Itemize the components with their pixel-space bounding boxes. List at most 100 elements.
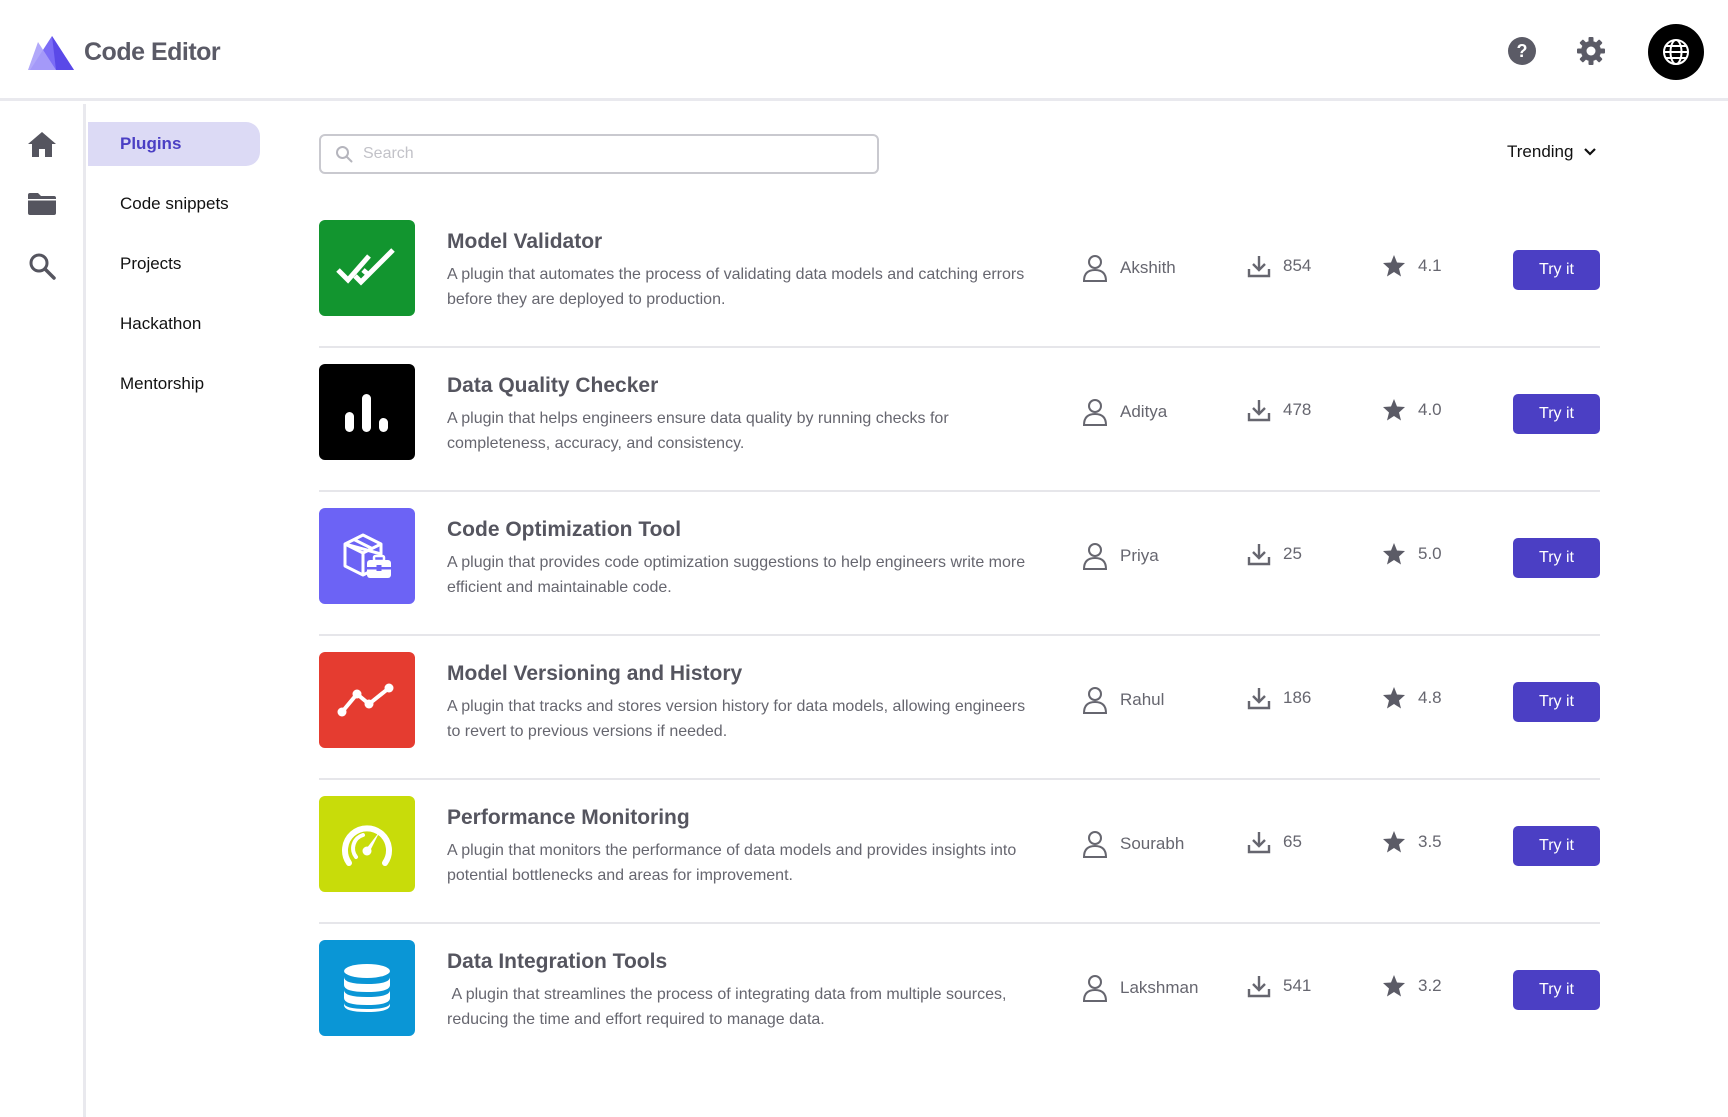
user-icon (1082, 543, 1108, 570)
user-icon (1082, 831, 1108, 858)
plugin-rating: 4.0 (1382, 398, 1442, 422)
author-name: Lakshman (1120, 978, 1199, 997)
plugin-rating: 3.5 (1382, 830, 1442, 854)
plugin-title[interactable]: Code Optimization Tool (447, 518, 681, 542)
download-count: 541 (1283, 976, 1312, 995)
plugin-rating: 5.0 (1382, 542, 1442, 566)
download-count: 854 (1283, 256, 1312, 275)
plugin-title[interactable]: Model Validator (447, 230, 602, 254)
plugin-description: A plugin that helps engineers ensure dat… (447, 410, 949, 452)
chevron-down-icon (1584, 148, 1597, 156)
plugin-title[interactable]: Performance Monitoring (447, 806, 690, 830)
download-count: 478 (1283, 400, 1312, 419)
search-input[interactable] (363, 145, 843, 163)
plugin-author: Aditya (1082, 398, 1167, 426)
plugin-author: Rahul (1082, 686, 1164, 714)
rating-value: 4.1 (1418, 256, 1442, 275)
sidebar-item-mentorship[interactable]: Mentorship (88, 362, 260, 406)
search-icon (336, 146, 353, 163)
plugin-title[interactable]: Data Integration Tools (447, 950, 667, 974)
plugin-downloads: 854 (1247, 254, 1311, 278)
globe-button[interactable] (1648, 24, 1704, 80)
help-circle-icon[interactable]: ? (1505, 34, 1539, 68)
speedometer-icon (342, 825, 392, 866)
try-it-button[interactable]: Try it (1513, 250, 1600, 290)
try-it-button[interactable]: Try it (1513, 682, 1600, 722)
plugin-downloads: 25 (1247, 542, 1302, 566)
download-icon (1247, 832, 1271, 854)
plugin-author: Akshith (1082, 254, 1176, 282)
rating-value: 4.0 (1418, 400, 1442, 419)
plugin-tile[interactable] (319, 796, 415, 892)
plugin-author: Priya (1082, 542, 1159, 570)
top-header: Code Editor ? (0, 0, 1728, 101)
rating-value: 4.8 (1418, 688, 1442, 707)
sidebar-item-hackathon[interactable]: Hackathon (88, 302, 260, 346)
search-box[interactable] (319, 134, 879, 174)
user-icon (1082, 255, 1108, 282)
plugin-row: Data Integration Tools A plugin that str… (319, 924, 1600, 1068)
download-count: 65 (1283, 832, 1302, 851)
author-name: Aditya (1120, 402, 1168, 421)
package-toolbox-icon (343, 533, 391, 578)
plugin-downloads: 186 (1247, 686, 1311, 710)
author-name: Rahul (1120, 690, 1165, 709)
download-icon (1247, 256, 1271, 278)
sidebar-item-code-snippets[interactable]: Code snippets (88, 182, 260, 226)
download-count: 186 (1283, 688, 1312, 707)
icon-rail (0, 104, 86, 1117)
star-icon (1383, 255, 1405, 277)
try-it-button[interactable]: Try it (1513, 826, 1600, 866)
gear-icon[interactable] (1574, 34, 1608, 68)
bar-chart-icon (345, 394, 388, 432)
app-title: Code Editor (84, 38, 221, 66)
try-it-button[interactable]: Try it (1513, 394, 1600, 434)
database-icon (344, 964, 390, 1012)
logo-icon (28, 36, 74, 70)
plugin-list: Model Validator A plugin that automates … (319, 204, 1600, 1068)
plugin-tile[interactable] (319, 364, 415, 460)
plugin-author: Sourabh (1082, 830, 1184, 858)
download-count: 25 (1283, 544, 1302, 563)
plugin-downloads: 65 (1247, 830, 1302, 854)
download-icon (1247, 544, 1271, 566)
home-icon[interactable] (26, 128, 58, 160)
author-name: Akshith (1120, 258, 1176, 277)
plugin-row: Code Optimization Tool A plugin that pro… (319, 492, 1600, 636)
rating-value: 3.5 (1418, 832, 1442, 851)
trend-line-icon (337, 683, 394, 717)
try-it-button[interactable]: Try it (1513, 538, 1600, 578)
plugin-title[interactable]: Model Versioning and History (447, 662, 742, 686)
double-check-icon (336, 248, 395, 286)
plugin-rating: 4.8 (1382, 686, 1442, 710)
plugin-tile[interactable] (319, 220, 415, 316)
rating-value: 5.0 (1418, 544, 1442, 563)
user-icon (1082, 975, 1108, 1002)
search-icon[interactable] (26, 250, 58, 282)
sidebar-item-plugins[interactable]: Plugins (88, 122, 260, 166)
author-name: Sourabh (1120, 834, 1185, 853)
plugin-tile[interactable] (319, 652, 415, 748)
plugin-row: Data Quality Checker A plugin that helps… (319, 348, 1600, 492)
sort-label: Trending (1507, 142, 1574, 161)
try-it-button[interactable]: Try it (1513, 970, 1600, 1010)
plugin-downloads: 478 (1247, 398, 1311, 422)
sort-dropdown[interactable]: Trending (1507, 142, 1597, 162)
plugin-description: A plugin that streamlines the process of… (447, 986, 1011, 1028)
plugin-tile[interactable] (319, 508, 415, 604)
plugin-row: Performance Monitoring A plugin that mon… (319, 780, 1600, 924)
star-icon (1383, 831, 1405, 853)
star-icon (1383, 543, 1405, 565)
plugin-title[interactable]: Data Quality Checker (447, 374, 658, 398)
sidebar-item-projects[interactable]: Projects (88, 242, 260, 286)
plugin-tile[interactable] (319, 940, 415, 1036)
globe-icon (1663, 39, 1689, 65)
download-icon (1247, 688, 1271, 710)
author-name: Priya (1120, 546, 1159, 565)
plugin-rating: 4.1 (1382, 254, 1442, 278)
user-icon (1082, 399, 1108, 426)
folder-icon[interactable] (26, 188, 58, 220)
star-icon (1383, 975, 1405, 997)
plugin-author: Lakshman (1082, 974, 1198, 1002)
plugin-row: Model Versioning and History A plugin th… (319, 636, 1600, 780)
